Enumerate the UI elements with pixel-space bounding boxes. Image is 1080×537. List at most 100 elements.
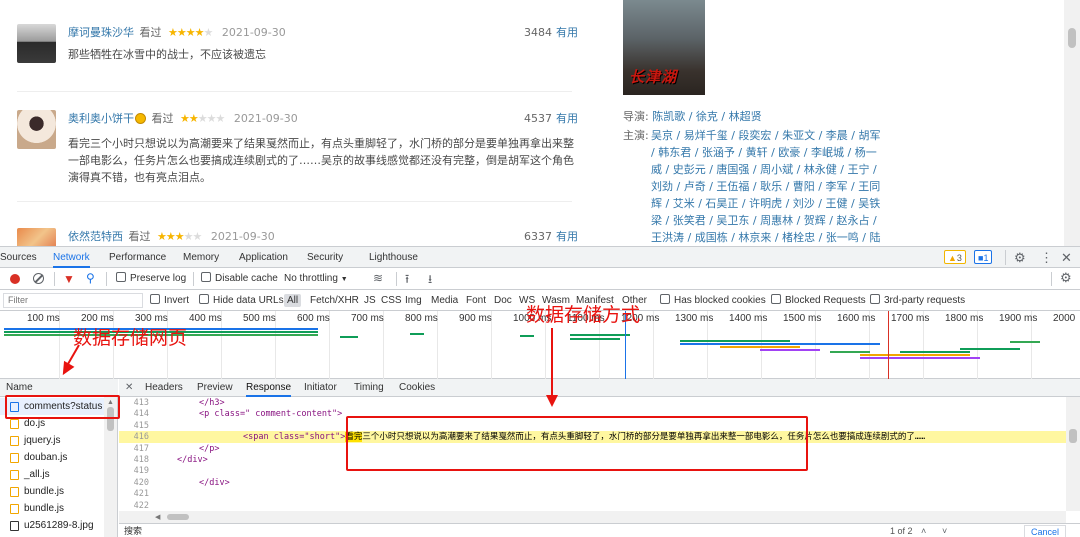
tab-application[interactable]: Application	[239, 247, 288, 268]
search-icon[interactable]: ⚲	[86, 272, 95, 284]
request-row[interactable]: u2561289-8.jpg	[0, 517, 104, 534]
gear-icon[interactable]: ⚙	[1060, 270, 1072, 286]
more-vert-icon[interactable]: ⋮	[1040, 247, 1053, 268]
gear-icon[interactable]: ⚙	[1014, 247, 1026, 268]
close-icon[interactable]: ✕	[1061, 247, 1072, 268]
request-row[interactable]: bundle.js	[0, 483, 104, 500]
comment-user[interactable]: 依然范特西	[68, 230, 123, 243]
tab-sources[interactable]: Sources	[0, 247, 37, 268]
preserve-log-label: Preserve log	[130, 273, 187, 284]
tab-cookies[interactable]: Cookies	[399, 379, 435, 397]
filter-icon[interactable]: ▼	[63, 273, 75, 285]
timeline-bar	[860, 357, 980, 359]
scrollbar-thumb[interactable]	[1068, 28, 1076, 48]
tab-performance[interactable]: Performance	[109, 247, 166, 268]
cast-line[interactable]: / 韩东君 / 张涵予 / 黄轩 / 欧豪 / 李岷城 / 杨一	[651, 144, 901, 161]
filter-type-font[interactable]: Font	[466, 290, 486, 311]
search-input[interactable]: 搜索	[124, 524, 142, 537]
record-icon[interactable]	[10, 274, 20, 284]
tab-timing[interactable]: Timing	[354, 379, 384, 397]
tab-memory[interactable]: Memory	[183, 247, 219, 268]
cast-line[interactable]: 辉 / 艾米 / 石昊正 / 许明虎 / 刘沙 / 王健 / 吴铁	[651, 195, 901, 212]
useful-link[interactable]: 有用	[556, 26, 578, 39]
avatar[interactable]	[17, 228, 56, 246]
line-number: 415	[133, 420, 149, 431]
timeline-bar	[860, 354, 970, 356]
comment-user[interactable]: 摩诃曼珠沙华	[68, 26, 134, 39]
blocked-requests-checkbox[interactable]: Blocked Requests	[771, 290, 866, 311]
request-row[interactable]: jquery.js	[0, 432, 104, 449]
scroll-left-icon[interactable]: ◀	[155, 513, 160, 521]
third-party-checkbox[interactable]: 3rd-party requests	[870, 290, 965, 311]
avatar[interactable]	[17, 24, 56, 63]
tab-network[interactable]: Network	[53, 247, 90, 268]
scrollbar-thumb[interactable]	[167, 514, 189, 520]
cast-line[interactable]: 威 / 史彭元 / 唐国强 / 周小斌 / 林永健 / 王宁 /	[651, 161, 901, 178]
cancel-button[interactable]: Cancel	[1024, 525, 1067, 537]
timeline-bar	[410, 333, 424, 335]
match-count: 1 of 2	[890, 526, 913, 536]
request-row[interactable]: bundle.js	[0, 500, 104, 517]
useful-link[interactable]: 有用	[556, 230, 578, 243]
preserve-log-checkbox[interactable]: Preserve log	[116, 268, 186, 290]
request-row[interactable]: _all.js	[0, 466, 104, 483]
image-icon	[10, 521, 19, 531]
blocked-cookies-checkbox[interactable]: Has blocked cookies	[660, 290, 766, 311]
invert-checkbox[interactable]: Invert	[150, 290, 189, 311]
tab-response[interactable]: Response	[246, 379, 292, 397]
cast-line[interactable]: 王洪涛 / 成国栋 / 林京来 / 楮栓忠 / 张一鸣 / 陆	[651, 229, 901, 246]
comment-user[interactable]: 奥利奥小饼干	[68, 112, 134, 125]
issues-badge[interactable]: ■1	[974, 250, 993, 264]
throttling-select[interactable]: No throttling ▼	[284, 268, 348, 291]
filter-input[interactable]: Filter	[3, 293, 143, 308]
filter-type-xhr[interactable]: Fetch/XHR	[310, 290, 359, 311]
directors-link[interactable]: 陈凯歌 / 徐克 / 林超贤	[652, 110, 761, 123]
divider	[17, 91, 572, 92]
chevron-up-icon[interactable]: ˄	[921, 524, 926, 537]
invert-label: Invert	[164, 295, 190, 306]
code-text: <p class=" comment-content">	[199, 409, 343, 420]
tab-lighthouse[interactable]: Lighthouse	[369, 247, 418, 268]
warnings-badge[interactable]: ▲3	[944, 250, 966, 264]
tab-headers[interactable]: Headers	[145, 379, 183, 397]
code-vertical-scrollbar[interactable]	[1066, 397, 1080, 511]
cast-line[interactable]: 吴京 / 易烊千玺 / 段奕宏 / 朱亚文 / 李晨 / 胡军	[651, 127, 901, 144]
filter-type-js[interactable]: JS	[364, 290, 376, 311]
close-icon[interactable]: ✕	[125, 379, 133, 397]
useful-link[interactable]: 有用	[556, 112, 578, 125]
comment-date: 2021-09-30	[210, 230, 275, 243]
webpage-content: 摩诃曼珠沙华 看过 ★★★★★ 2021-09-30 3484 有用 那些牺牲在冰…	[0, 0, 1080, 246]
clear-icon[interactable]	[33, 273, 44, 284]
tab-security[interactable]: Security	[307, 247, 343, 268]
avatar[interactable]	[17, 110, 56, 149]
filter-type-doc[interactable]: Doc	[494, 290, 512, 311]
tab-initiator[interactable]: Initiator	[304, 379, 337, 397]
line-number: 414	[133, 409, 149, 420]
hide-data-urls-checkbox[interactable]: Hide data URLs	[199, 290, 284, 311]
request-row[interactable]: douban.js	[0, 449, 104, 466]
scrollbar-thumb[interactable]	[1069, 429, 1077, 443]
comment-header: 依然范特西 看过 ★★★★★ 2021-09-30 6337 有用	[68, 228, 578, 246]
tab-preview[interactable]: Preview	[197, 379, 233, 397]
import-har-icon[interactable]: ⭱	[405, 270, 409, 291]
filter-type-all[interactable]: All	[284, 294, 302, 307]
network-conditions-icon[interactable]: ≋	[373, 271, 383, 285]
filter-type-media[interactable]: Media	[431, 290, 458, 311]
filter-type-css[interactable]: CSS	[381, 290, 402, 311]
cast-line[interactable]: 梁 / 张笑君 / 吴卫东 / 周惠林 / 贺辉 / 赵永占 /	[651, 212, 901, 229]
disable-cache-checkbox[interactable]: Disable cache	[201, 268, 278, 290]
timeline-bar	[830, 351, 870, 353]
timeline-bar	[720, 346, 800, 348]
movie-poster[interactable]: 长津湖	[623, 0, 705, 95]
timeline-tick-label: 1600 ms	[837, 313, 876, 324]
chevron-down-icon[interactable]: ˅	[942, 524, 947, 537]
code-horizontal-scrollbar[interactable]: ◀	[119, 511, 1066, 523]
request-name: u2561289-8.jpg	[24, 520, 94, 531]
filter-type-img[interactable]: Img	[405, 290, 422, 311]
cast-line[interactable]: 刘劲 / 卢奇 / 王伍福 / 耿乐 / 曹阳 / 李军 / 王同	[651, 178, 901, 195]
page-scrollbar[interactable]	[1064, 0, 1080, 246]
request-name: bundle.js	[24, 503, 65, 514]
export-har-icon[interactable]: ⭳	[428, 270, 432, 291]
comment-body: 那些牺牲在冰雪中的战士，不应该被遗忘	[68, 48, 266, 61]
detail-tabbar: ✕ Headers Preview Response Initiator Tim…	[119, 379, 1080, 397]
